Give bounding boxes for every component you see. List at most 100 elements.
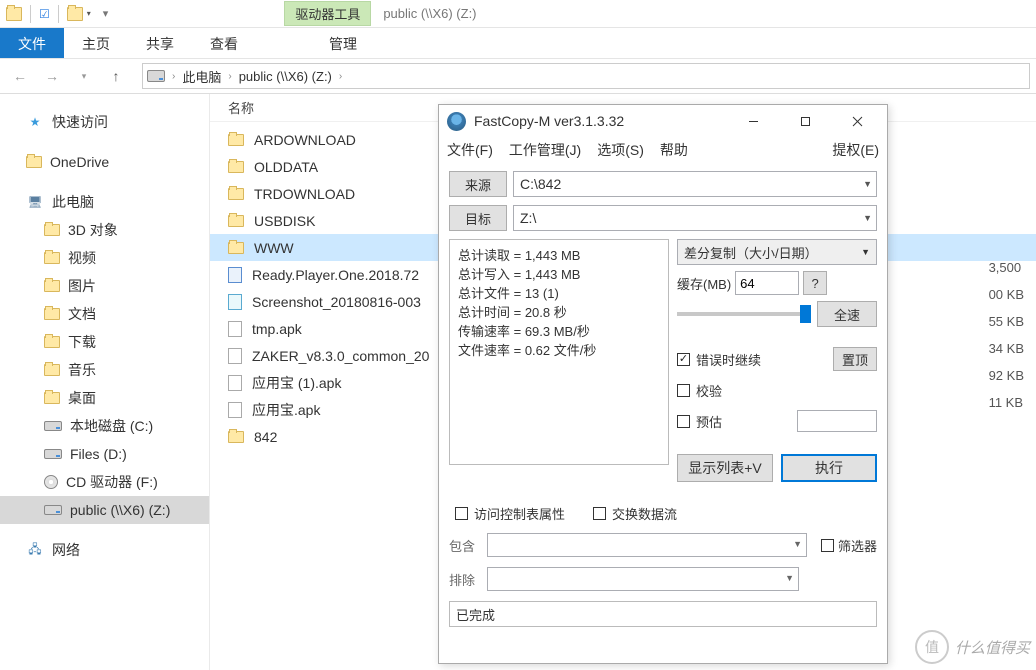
sidebar-item-desktop[interactable]: 桌面 <box>0 384 209 412</box>
exclude-combo[interactable]: ▼ <box>487 567 799 591</box>
dialog-titlebar[interactable]: FastCopy-M ver3.1.3.32 <box>439 105 887 137</box>
estimate-input[interactable] <box>797 410 877 432</box>
sidebar-quick-access[interactable]: ★快速访问 <box>0 108 209 136</box>
stat-files: 总计文件 = 13 (1) <box>458 284 660 303</box>
estimate-checkbox[interactable] <box>677 415 690 428</box>
folder-icon <box>44 252 60 264</box>
continue-on-error-checkbox[interactable] <box>677 353 690 366</box>
chevron-right-icon[interactable]: › <box>169 71 178 82</box>
ribbon-tabs: 文件 主页 共享 查看 管理 <box>0 28 1036 58</box>
back-button[interactable]: ← <box>6 62 34 90</box>
menu-help[interactable]: 帮助 <box>660 140 688 160</box>
sidebar-item-3d[interactable]: 3D 对象 <box>0 216 209 244</box>
topmost-button[interactable]: 置顶 <box>833 347 877 371</box>
execute-button[interactable]: 执行 <box>781 454 877 482</box>
file-name: TRDOWNLOAD <box>254 186 355 202</box>
source-input[interactable]: C:\842▼ <box>513 171 877 197</box>
fullspeed-button[interactable]: 全速 <box>817 301 877 327</box>
navigation-bar: ← → ▾ ↑ › 此电脑 › public (\\X6) (Z:) › <box>0 58 1036 94</box>
right-panel: 差分复制（大小/日期）▼ 缓存(MB) ? 全速 错误时继续 置顶 <box>677 239 877 482</box>
file-icon <box>228 321 242 337</box>
overflow-icon[interactable]: ▾ <box>103 7 109 20</box>
sidebar-onedrive[interactable]: OneDrive <box>0 148 209 176</box>
checkbox-icon[interactable]: ☑ <box>39 7 50 21</box>
folder-icon <box>44 392 60 404</box>
slider-thumb[interactable] <box>800 305 811 323</box>
file-icon <box>228 402 242 418</box>
sidebar-item-documents[interactable]: 文档 <box>0 300 209 328</box>
file-name: Ready.Player.One.2018.72 <box>252 267 419 283</box>
sidebar-label: 快速访问 <box>52 112 108 132</box>
separator <box>30 5 31 23</box>
acl-checkbox[interactable] <box>455 507 468 520</box>
showlist-button[interactable]: 显示列表+V <box>677 454 773 482</box>
include-label: 包含 <box>449 536 481 555</box>
dialog-body: 来源 C:\842▼ 目标 Z:\▼ 总计读取 = 1,443 MB 总计写入 … <box>439 163 887 635</box>
tab-manage[interactable]: 管理 <box>308 28 378 58</box>
drive-tools-tab[interactable]: 驱动器工具 <box>284 1 371 26</box>
recent-dropdown[interactable]: ▾ <box>70 62 98 90</box>
up-button[interactable]: ↑ <box>102 62 130 90</box>
sidebar-item-drive-c[interactable]: 本地磁盘 (C:) <box>0 412 209 440</box>
sidebar-item-pictures[interactable]: 图片 <box>0 272 209 300</box>
dest-button[interactable]: 目标 <box>449 205 507 231</box>
sidebar-item-music[interactable]: 音乐 <box>0 356 209 384</box>
stat-write: 总计写入 = 1,443 MB <box>458 265 660 284</box>
breadcrumb-current[interactable]: public (\\X6) (Z:) <box>239 69 332 84</box>
sidebar-network[interactable]: 🖧网络 <box>0 536 209 564</box>
sidebar-this-pc[interactable]: 🖥此电脑 <box>0 188 209 216</box>
minimize-button[interactable] <box>731 106 775 136</box>
sidebar-item-videos[interactable]: 视频 <box>0 244 209 272</box>
dest-input[interactable]: Z:\▼ <box>513 205 877 231</box>
tab-view[interactable]: 查看 <box>192 28 256 58</box>
chevron-down-icon: ▼ <box>785 573 794 583</box>
app-folder-icon <box>6 7 22 21</box>
breadcrumb-root[interactable]: 此电脑 <box>182 67 221 86</box>
file-name: 应用宝 (1).apk <box>252 373 341 393</box>
address-bar[interactable]: › 此电脑 › public (\\X6) (Z:) › <box>142 63 1030 89</box>
ads-checkbox[interactable] <box>593 507 606 520</box>
menu-file[interactable]: 文件(F) <box>447 140 493 160</box>
watermark-badge-icon: 值 <box>915 630 949 664</box>
qat-dropdown-icon[interactable]: ▾ <box>87 9 91 18</box>
folder-icon <box>44 224 60 236</box>
size-value: 3,500 <box>989 254 1024 281</box>
sidebar-item-drive-f[interactable]: CD 驱动器 (F:) <box>0 468 209 496</box>
verify-checkbox[interactable] <box>677 384 690 397</box>
buffer-input[interactable] <box>735 271 799 295</box>
tab-home[interactable]: 主页 <box>64 28 128 58</box>
stat-time: 总计时间 = 20.8 秒 <box>458 303 660 322</box>
verify-label: 校验 <box>696 381 722 400</box>
window-titlebar: ☑ ▾ ▾ 驱动器工具 public (\\X6) (Z:) <box>0 0 1036 28</box>
chevron-down-icon: ▼ <box>793 539 802 549</box>
include-combo[interactable]: ▼ <box>487 533 807 557</box>
sidebar-label: Files (D:) <box>70 446 127 462</box>
copy-mode-select[interactable]: 差分复制（大小/日期）▼ <box>677 239 877 265</box>
stat-frate: 文件速率 = 0.62 文件/秒 <box>458 341 660 360</box>
chevron-right-icon[interactable]: › <box>225 71 234 82</box>
speed-slider[interactable] <box>677 312 811 316</box>
sidebar-item-drive-z[interactable]: public (\\X6) (Z:) <box>0 496 209 524</box>
sidebar-item-downloads[interactable]: 下载 <box>0 328 209 356</box>
sidebar-item-drive-d[interactable]: Files (D:) <box>0 440 209 468</box>
menu-options[interactable]: 选项(S) <box>597 140 644 160</box>
network-drive-icon <box>44 505 62 515</box>
size-value: 92 KB <box>989 362 1024 389</box>
forward-button[interactable]: → <box>38 62 66 90</box>
menu-auth[interactable]: 提权(E) <box>832 140 879 160</box>
maximize-button[interactable] <box>783 106 827 136</box>
help-button[interactable]: ? <box>803 271 827 295</box>
sidebar-label: 本地磁盘 (C:) <box>70 416 153 436</box>
close-button[interactable] <box>835 106 879 136</box>
chevron-right-icon[interactable]: › <box>336 71 345 82</box>
menu-job[interactable]: 工作管理(J) <box>509 140 581 160</box>
chevron-down-icon[interactable]: ▼ <box>863 179 872 189</box>
file-name: 应用宝.apk <box>252 400 320 420</box>
chevron-down-icon[interactable]: ▼ <box>863 213 872 223</box>
filter-checkbox[interactable] <box>821 539 834 552</box>
stat-read: 总计读取 = 1,443 MB <box>458 246 660 265</box>
tab-file[interactable]: 文件 <box>0 28 64 58</box>
folder-icon <box>44 280 60 292</box>
source-button[interactable]: 来源 <box>449 171 507 197</box>
tab-share[interactable]: 共享 <box>128 28 192 58</box>
